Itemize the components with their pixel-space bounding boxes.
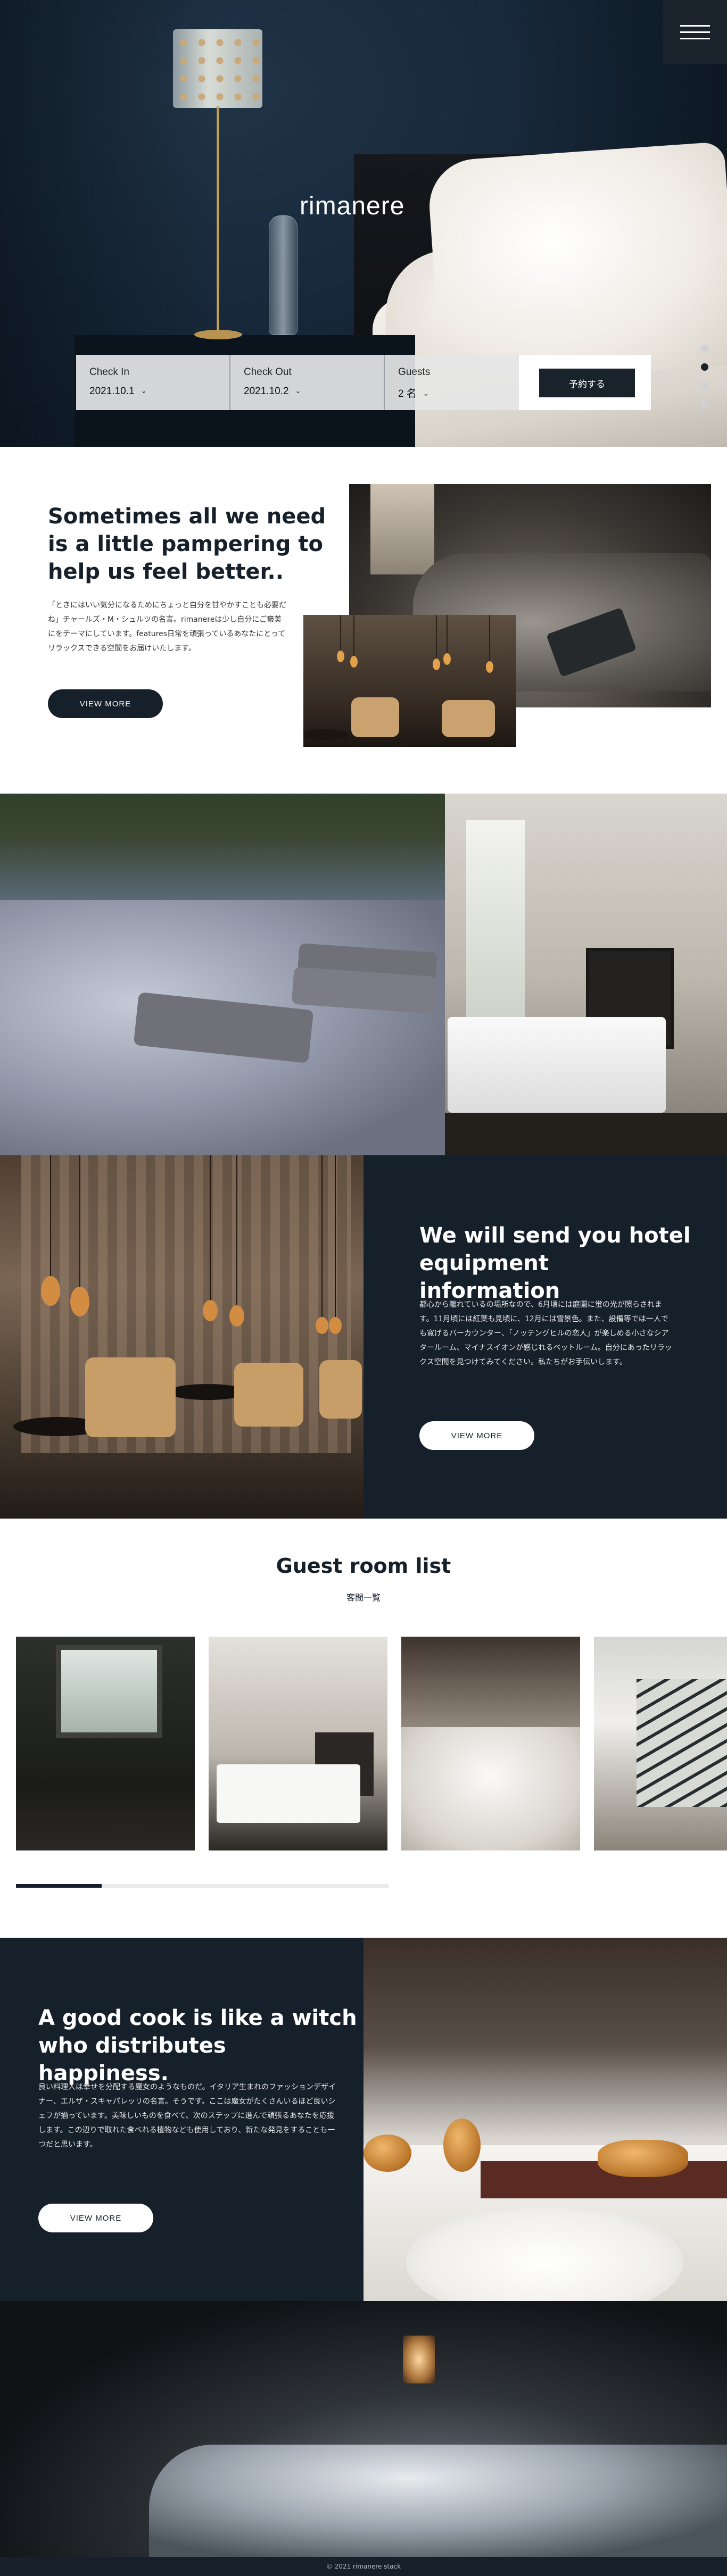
towels-on-bed-photo bbox=[0, 794, 445, 1155]
hero-lamp-base bbox=[194, 330, 242, 339]
intro-heading: Sometimes all we need is a little pamper… bbox=[48, 504, 326, 584]
photo-lamp bbox=[403, 2336, 435, 2383]
guests-label: Guests bbox=[398, 366, 431, 378]
check-out-date: 2021.10.2 bbox=[244, 386, 289, 397]
photo-bread bbox=[363, 2135, 411, 2172]
cook-heading: A good cook is like a witch who distribu… bbox=[38, 2006, 357, 2086]
page: rimanere Check In 2021.10.1 ⌄ Check Out 2… bbox=[0, 0, 727, 2576]
hero-pillow bbox=[426, 141, 727, 386]
lounge-photo bbox=[301, 615, 516, 747]
hero-lamp-pole bbox=[217, 106, 219, 335]
site-logo[interactable]: rimanere bbox=[300, 191, 404, 221]
hero-slider-dots bbox=[701, 345, 708, 408]
dark-bedroom-photo bbox=[0, 2301, 727, 2557]
photo-window bbox=[466, 820, 525, 1022]
photo-window bbox=[56, 1645, 162, 1738]
intro-view-more-button[interactable]: VIEW MORE bbox=[48, 689, 163, 718]
check-out-field[interactable]: Check Out 2021.10.2 ⌄ bbox=[230, 355, 385, 410]
photo-window bbox=[370, 484, 434, 574]
hotel-room-photo bbox=[445, 794, 727, 1155]
chevron-down-icon: ⌄ bbox=[423, 389, 429, 397]
guests-value[interactable]: 2 名 ⌄ bbox=[398, 386, 429, 400]
photo-staircase bbox=[637, 1679, 727, 1807]
cook-panel: A good cook is like a witch who distribu… bbox=[0, 1938, 363, 2301]
rooms-title: Guest room list bbox=[276, 1554, 451, 1578]
footer: © 2021 rimanere stack bbox=[0, 2557, 727, 2576]
check-out-value[interactable]: 2021.10.2 ⌄ bbox=[244, 386, 301, 397]
booking-submit-area: 予約する bbox=[519, 355, 651, 410]
equipment-panel: We will send you hotel equipment informa… bbox=[363, 1155, 727, 1519]
guests-count: 2 名 bbox=[398, 388, 417, 399]
chevron-down-icon: ⌄ bbox=[295, 387, 301, 395]
slider-dot[interactable] bbox=[701, 382, 708, 389]
check-in-label: Check In bbox=[89, 366, 129, 378]
breakfast-photo bbox=[363, 1938, 727, 2321]
photo-croissant bbox=[598, 2140, 688, 2177]
check-in-field[interactable]: Check In 2021.10.1 ⌄ bbox=[76, 355, 230, 410]
cook-text: 良い料理人は幸せを分配する魔女のようなものだ。イタリア生まれのファッションデザイ… bbox=[38, 2083, 336, 2149]
room-card[interactable] bbox=[594, 1637, 727, 1850]
lounge-lamps bbox=[13, 1155, 342, 1436]
check-out-label: Check Out bbox=[244, 366, 292, 378]
photo-bed bbox=[217, 1764, 360, 1823]
photo-bread bbox=[443, 2119, 481, 2172]
menu-line bbox=[680, 38, 710, 39]
photo-sheets bbox=[401, 1727, 580, 1850]
intro-text: 「ときにはいい気分になるためにちょっと自分を甘やかすことも必要だね」チャールズ・… bbox=[48, 601, 286, 653]
slider-dot[interactable] bbox=[701, 345, 708, 352]
guests-field[interactable]: Guests 2 名 ⌄ bbox=[385, 355, 519, 410]
lounge-illustration bbox=[301, 615, 495, 740]
copyright-text: © 2021 rimanere stack bbox=[326, 2563, 401, 2570]
hero-lampshade bbox=[173, 29, 262, 108]
room-card[interactable] bbox=[401, 1637, 580, 1850]
equipment-view-more-button[interactable]: VIEW MORE bbox=[419, 1421, 534, 1450]
photo-chair bbox=[85, 1357, 176, 1437]
menu-line bbox=[680, 25, 710, 27]
hero-section: rimanere Check In 2021.10.1 ⌄ Check Out 2… bbox=[0, 0, 727, 447]
hero-water-bottle bbox=[269, 215, 298, 335]
slider-dot[interactable] bbox=[701, 401, 708, 408]
photo-floor bbox=[445, 1113, 727, 1155]
equipment-text: 都心から離れているの場所なので、6月頃には庭園に蛍の光が照らされます。11月頃に… bbox=[419, 1300, 672, 1366]
rooms-scrollbar-thumb[interactable] bbox=[16, 1884, 102, 1888]
photo-chair bbox=[234, 1363, 303, 1427]
check-in-date: 2021.10.1 bbox=[89, 386, 135, 397]
photo-chair bbox=[319, 1360, 362, 1419]
booking-form: Check In 2021.10.1 ⌄ Check Out 2021.10.2 ⌄… bbox=[76, 355, 651, 410]
cook-view-more-button[interactable]: VIEW MORE bbox=[38, 2204, 153, 2232]
lounge-photo-large bbox=[0, 1155, 363, 1519]
slider-dot-active[interactable] bbox=[701, 363, 708, 371]
equipment-heading: We will send you hotel equipment informa… bbox=[419, 1223, 691, 1303]
room-card[interactable] bbox=[209, 1637, 387, 1850]
photo-bed bbox=[448, 1017, 666, 1113]
reserve-button[interactable]: 予約する bbox=[539, 369, 635, 397]
hamburger-menu-icon[interactable] bbox=[663, 0, 727, 64]
chevron-down-icon: ⌄ bbox=[141, 387, 147, 395]
room-card[interactable] bbox=[16, 1637, 195, 1850]
rooms-subtitle: 客間一覧 bbox=[346, 1593, 381, 1603]
menu-line bbox=[680, 31, 710, 33]
photo-duvet bbox=[149, 2445, 727, 2557]
check-in-value[interactable]: 2021.10.1 ⌄ bbox=[89, 386, 146, 397]
